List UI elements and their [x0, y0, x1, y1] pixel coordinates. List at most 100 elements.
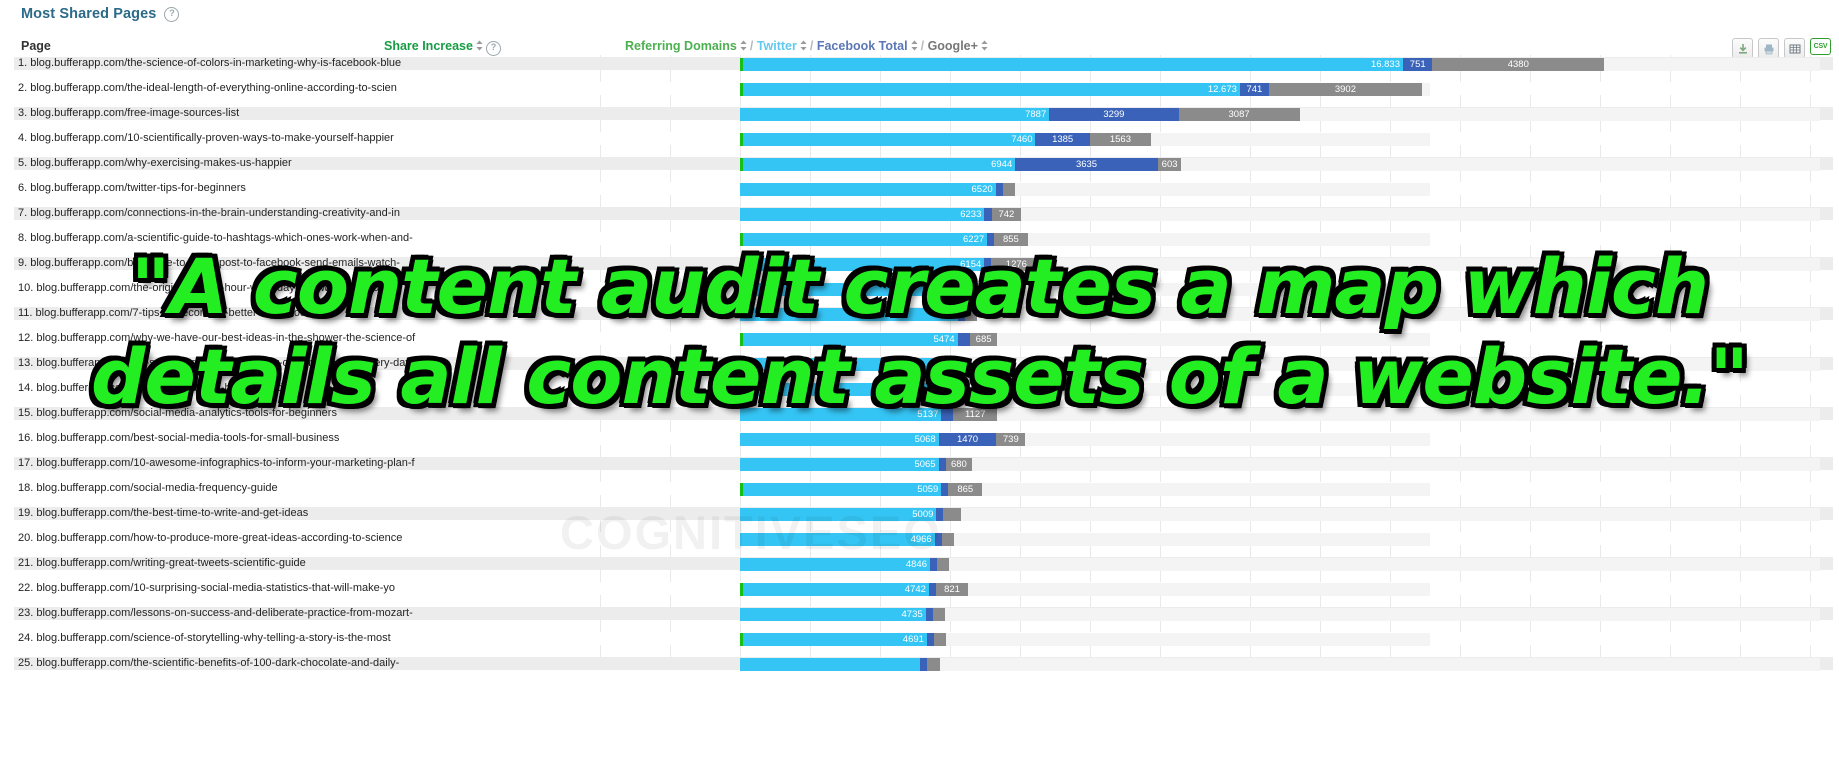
twitter-bar-segment[interactable]: 5065 — [740, 458, 939, 471]
table-row[interactable]: 3. blog.bufferapp.com/free-image-sources… — [0, 105, 1839, 130]
facebook-bar-segment[interactable] — [987, 233, 995, 246]
table-row[interactable]: 5. blog.bufferapp.com/why-exercising-mak… — [0, 155, 1839, 180]
column-header-google-plus[interactable]: Google+ — [928, 39, 978, 53]
table-row[interactable]: 21. blog.bufferapp.com/writing-great-twe… — [0, 555, 1839, 580]
facebook-bar-segment[interactable] — [930, 558, 937, 571]
sort-arrows-icon-facebook[interactable] — [910, 40, 919, 51]
table-row[interactable]: 12. blog.bufferapp.com/why-we-have-our-b… — [0, 330, 1839, 355]
twitter-bar-segment[interactable]: 6154 — [743, 258, 985, 271]
facebook-bar-segment[interactable]: 3635 — [1015, 158, 1158, 171]
table-row[interactable]: 10. blog.bufferapp.com/the-origin-of-the… — [0, 280, 1839, 305]
googleplus-bar-segment[interactable] — [1002, 183, 1015, 196]
googleplus-bar-segment[interactable]: 4380 — [1432, 58, 1605, 71]
googleplus-bar-segment[interactable] — [954, 383, 971, 396]
googleplus-bar-segment[interactable]: 742 — [991, 208, 1021, 221]
twitter-bar-segment[interactable]: 5059 — [743, 483, 942, 496]
facebook-bar-segment[interactable] — [920, 658, 928, 671]
googleplus-bar-segment[interactable] — [933, 633, 946, 646]
googleplus-bar-segment[interactable]: 865 — [948, 483, 983, 496]
twitter-bar-segment[interactable]: 12.673 — [743, 83, 1240, 96]
facebook-bar-segment[interactable]: 741 — [1239, 83, 1269, 96]
table-row[interactable]: 9. blog.bufferapp.com/best-time-to-tweet… — [0, 255, 1839, 280]
sort-arrows-icon-referring[interactable] — [739, 40, 748, 51]
table-row[interactable]: 7. blog.bufferapp.com/connections-in-the… — [0, 205, 1839, 230]
googleplus-bar-segment[interactable]: 821 — [935, 583, 969, 596]
googleplus-bar-segment[interactable] — [978, 283, 993, 296]
googleplus-bar-segment[interactable] — [943, 508, 962, 521]
facebook-bar-segment[interactable]: 1470 — [938, 433, 997, 446]
googleplus-bar-segment[interactable] — [941, 533, 954, 546]
twitter-bar-segment[interactable]: 6520 — [740, 183, 996, 196]
googleplus-bar-segment[interactable] — [932, 608, 945, 621]
facebook-bar-segment[interactable] — [941, 483, 949, 496]
table-row[interactable]: 11. blog.bufferapp.com/7-tips-to-become-… — [0, 305, 1839, 330]
table-row[interactable]: 6. blog.bufferapp.com/twitter-tips-for-b… — [0, 180, 1839, 205]
column-header-twitter[interactable]: Twitter — [757, 39, 797, 53]
googleplus-bar-segment[interactable] — [957, 358, 970, 371]
googleplus-bar-segment[interactable]: 3902 — [1268, 83, 1422, 96]
table-row[interactable]: 23. blog.bufferapp.com/lessons-on-succes… — [0, 605, 1839, 630]
twitter-bar-segment[interactable]: 4966 — [740, 533, 935, 546]
twitter-bar-segment[interactable]: 5009 — [740, 508, 937, 521]
googleplus-bar-segment[interactable]: 685 — [970, 333, 998, 346]
table-row[interactable]: 16. blog.bufferapp.com/best-social-media… — [0, 430, 1839, 455]
twitter-bar-segment[interactable]: 4846 — [740, 558, 930, 571]
googleplus-bar-segment[interactable]: 603 — [1157, 158, 1182, 171]
facebook-bar-segment[interactable] — [984, 258, 992, 271]
twitter-bar-segment[interactable]: 6233 — [740, 208, 985, 221]
twitter-bar-segment[interactable] — [740, 283, 972, 296]
twitter-bar-segment[interactable]: 5474 — [743, 333, 958, 346]
table-row[interactable]: 14. blog.bufferapp.com/the-origin-of-the… — [0, 380, 1839, 405]
facebook-bar-segment[interactable] — [995, 183, 1003, 196]
googleplus-bar-segment[interactable]: 855 — [994, 233, 1028, 246]
table-row[interactable]: 24. blog.bufferapp.com/science-of-storyt… — [0, 630, 1839, 655]
table-row[interactable]: 25. blog.bufferapp.com/the-scientific-be… — [0, 655, 1839, 680]
sort-arrows-icon-twitter[interactable] — [799, 40, 808, 51]
facebook-bar-segment[interactable] — [971, 283, 979, 296]
table-row[interactable]: 17. blog.bufferapp.com/10-awesome-infogr… — [0, 455, 1839, 480]
twitter-bar-segment[interactable]: 16.833 — [743, 58, 1403, 71]
facebook-bar-segment[interactable] — [928, 583, 936, 596]
twitter-bar-segment[interactable] — [740, 658, 921, 671]
facebook-bar-segment[interactable] — [941, 408, 954, 421]
googleplus-bar-segment[interactable] — [927, 658, 941, 671]
facebook-bar-segment[interactable] — [984, 208, 992, 221]
googleplus-bar-segment[interactable] — [965, 308, 978, 321]
twitter-bar-segment[interactable]: 5137 — [740, 408, 942, 421]
twitter-bar-segment[interactable]: 4691 — [743, 633, 927, 646]
facebook-bar-segment[interactable] — [936, 508, 944, 521]
twitter-bar-segment[interactable]: 5068 — [740, 433, 939, 446]
twitter-bar-segment[interactable]: 4735 — [740, 608, 926, 621]
facebook-bar-segment[interactable]: 1385 — [1035, 133, 1090, 146]
facebook-bar-segment[interactable] — [950, 358, 958, 371]
table-row[interactable]: 2. blog.bufferapp.com/the-ideal-length-o… — [0, 80, 1839, 105]
table-row[interactable]: 18. blog.bufferapp.com/social-media-freq… — [0, 480, 1839, 505]
googleplus-bar-segment[interactable]: 739 — [996, 433, 1026, 446]
table-row[interactable]: 15. blog.bufferapp.com/social-media-anal… — [0, 405, 1839, 430]
table-row[interactable]: 20. blog.bufferapp.com/how-to-produce-mo… — [0, 530, 1839, 555]
share-increase-help-icon[interactable]: ? — [485, 41, 501, 56]
twitter-bar-segment[interactable] — [740, 358, 951, 371]
googleplus-bar-segment[interactable]: 1563 — [1089, 133, 1152, 146]
sort-arrows-icon-googleplus[interactable] — [980, 40, 989, 51]
twitter-bar-segment[interactable]: 7887 — [740, 108, 1050, 121]
table-row[interactable]: 13. blog.bufferapp.com/10-surprising-fac… — [0, 355, 1839, 380]
table-row[interactable]: 4. blog.bufferapp.com/10-scientifically-… — [0, 130, 1839, 155]
twitter-bar-segment[interactable]: 6227 — [743, 233, 988, 246]
twitter-bar-segment[interactable]: 4742 — [743, 583, 929, 596]
twitter-bar-segment[interactable]: 6944 — [743, 158, 1016, 171]
facebook-bar-segment[interactable] — [926, 633, 934, 646]
facebook-bar-segment[interactable] — [934, 533, 942, 546]
facebook-bar-segment[interactable]: 751 — [1403, 58, 1433, 71]
table-row[interactable]: 19. blog.bufferapp.com/the-best-time-to-… — [0, 505, 1839, 530]
help-question-icon[interactable]: ? — [164, 6, 180, 22]
facebook-bar-segment[interactable] — [957, 333, 971, 346]
table-row[interactable]: 8. blog.bufferapp.com/a-scientific-guide… — [0, 230, 1839, 255]
column-header-referring-domains[interactable]: Referring Domains — [625, 39, 737, 53]
googleplus-bar-segment[interactable]: 1127 — [953, 408, 998, 421]
facebook-bar-segment[interactable] — [944, 383, 955, 396]
table-row[interactable]: 1. blog.bufferapp.com/the-science-of-col… — [0, 55, 1839, 80]
twitter-bar-segment[interactable]: 7460 — [743, 133, 1036, 146]
facebook-bar-segment[interactable] — [938, 458, 946, 471]
twitter-bar-segment[interactable] — [740, 308, 959, 321]
